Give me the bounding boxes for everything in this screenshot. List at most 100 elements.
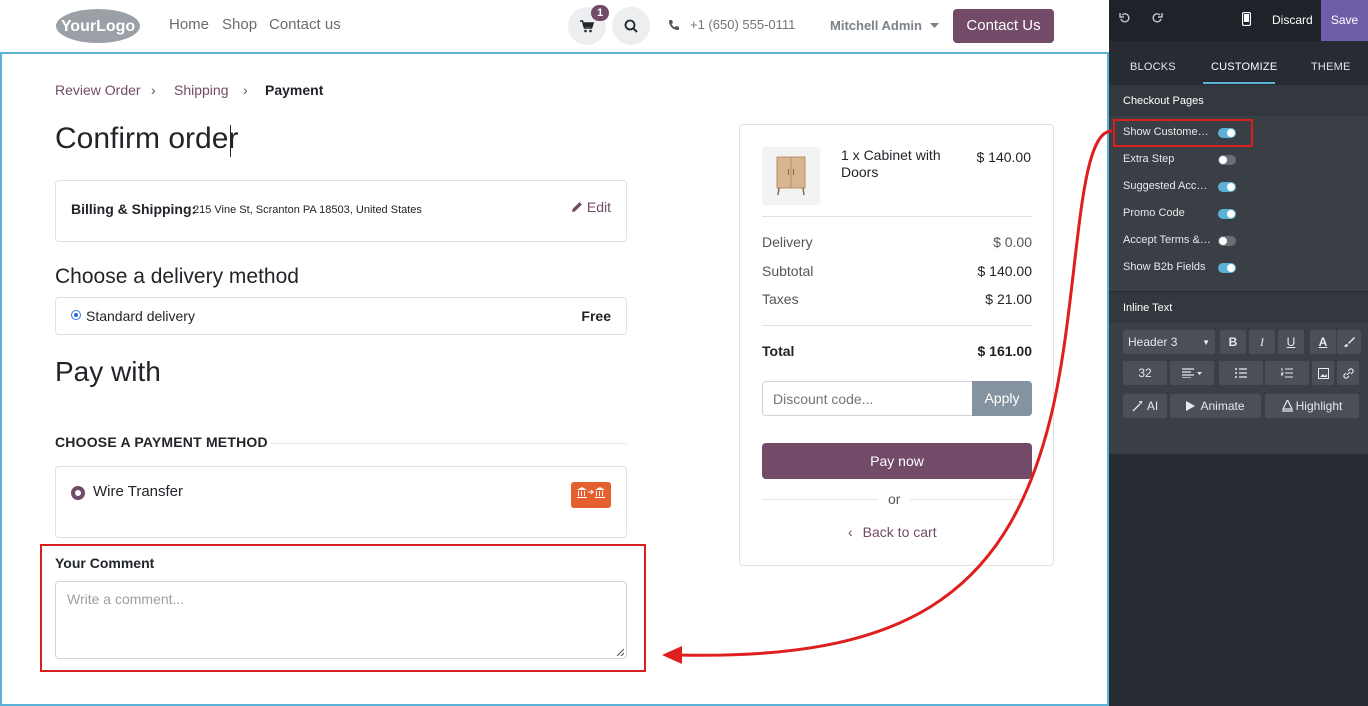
nav-home[interactable]: Home [169,16,209,33]
tab-blocks[interactable]: BLOCKS [1130,61,1176,73]
user-name: Mitchell Admin [830,18,922,33]
magic-wand-icon [1132,400,1143,411]
nav-contact-us[interactable]: Contact us [269,16,341,33]
bullet-list-icon [1235,368,1247,378]
brush-icon[interactable] [1337,330,1361,354]
toggle-accept-terms[interactable] [1218,236,1236,246]
highlight-label: Highlight [1295,399,1343,413]
play-icon [1186,401,1196,411]
payment-method-heading: CHOOSE A PAYMENT METHOD [55,434,268,450]
bold-button[interactable]: B [1220,330,1246,354]
active-tab-indicator [1203,82,1275,84]
divider [762,325,1032,326]
payment-option-wire[interactable]: Wire Transfer [55,466,627,538]
divider [270,443,627,444]
animate-button[interactable]: Animate [1170,394,1261,418]
tab-customize[interactable]: CUSTOMIZE [1211,61,1277,73]
option-label: Show B2b Fields [1123,261,1206,273]
tab-theme[interactable]: THEME [1311,61,1351,73]
toggle-suggested-accessories[interactable] [1218,182,1236,192]
editor-toolbar: Discard Save [1109,0,1368,41]
comment-label: Your Comment [55,555,155,571]
discount-group: Apply [762,381,1032,416]
editor-panel: Discard Save BLOCKS CUSTOMIZE THEME Chec… [1109,0,1368,706]
align-button[interactable] [1170,361,1214,385]
payment-radio[interactable] [71,486,85,500]
user-menu[interactable]: Mitchell Admin [830,18,939,33]
edit-label: Edit [586,199,611,215]
numbered-list-button[interactable] [1265,361,1309,385]
or-text: or [888,491,901,507]
comment-placeholder: Write a comment... [67,591,185,607]
undo-icon[interactable] [1119,12,1131,27]
back-to-cart-label: Back to cart [862,524,937,540]
product-name[interactable]: 1 x Cabinet with Doors [841,147,961,181]
payment-method-name: Wire Transfer [93,483,184,500]
back-to-cart-link[interactable]: ‹ Back to cart [848,524,937,540]
taxes-label: Taxes [762,291,799,307]
pay-now-button[interactable]: Pay now [762,443,1032,479]
delivery-radio[interactable] [71,310,81,320]
mobile-preview-icon[interactable] [1241,11,1252,29]
panel-empty-space [1109,454,1368,706]
image-button[interactable] [1312,361,1334,385]
text-cursor [230,125,231,157]
edit-address-link[interactable]: Edit [571,199,611,215]
search-icon [624,19,638,33]
search-button[interactable] [612,7,650,45]
image-icon [1317,367,1329,379]
pencil-icon [571,202,582,212]
subtotal-label: Subtotal [762,263,814,279]
toggle-extra-step[interactable] [1218,155,1236,165]
link-button[interactable] [1337,361,1359,385]
highlight-button[interactable]: Highlight [1265,394,1359,418]
apply-button[interactable]: Apply [972,381,1032,416]
bank-transfer-icon [571,482,611,508]
discard-button[interactable]: Discard [1272,13,1313,27]
website-page: YourLogo Home Shop Contact us 1 +1 (650)… [0,0,1109,706]
product-thumbnail[interactable] [762,147,820,205]
toggle-promo-code[interactable] [1218,209,1236,219]
save-button[interactable]: Save [1321,0,1368,41]
page-title[interactable]: Confirm order [55,122,238,156]
contact-us-button[interactable]: Contact Us [953,9,1054,43]
italic-button[interactable]: I [1249,330,1275,354]
delivery-option[interactable]: Standard delivery Free [55,297,627,335]
text-color-button[interactable]: A [1310,330,1336,354]
chevron-right-icon: › [243,82,248,98]
resize-handle-icon[interactable] [616,648,624,656]
total-row: Total $ 161.00 [762,343,1032,359]
subtotal-value: $ 140.00 [977,263,1033,279]
underline-button[interactable]: U [1278,330,1304,354]
delivery-name: Standard delivery [86,308,195,324]
option-label: Promo Code [1123,207,1185,219]
billing-card: Billing & Shipping: 215 Vine St, Scranto… [55,180,627,242]
ai-button[interactable]: AI [1123,394,1167,418]
font-size-input[interactable]: 32 [1123,361,1167,385]
option-label: Suggested Acce... [1123,180,1211,192]
divider [762,216,1032,217]
chevron-left-icon: ‹ [848,524,853,540]
toggle-b2b-fields[interactable] [1218,263,1236,273]
delivery-heading: Choose a delivery method [55,265,299,288]
heading-select[interactable]: Header 3 ▼ [1123,330,1215,354]
redo-icon[interactable] [1151,12,1163,27]
total-label: Total [762,343,795,359]
comment-textarea[interactable]: Write a comment... [55,581,627,659]
logo[interactable]: YourLogo [55,8,141,44]
delivery-row: Delivery $ 0.00 [762,234,1032,250]
breadcrumb-shipping[interactable]: Shipping [174,82,229,98]
nav-shop[interactable]: Shop [222,16,257,33]
breadcrumb-review-order[interactable]: Review Order [55,82,141,98]
chevron-down-icon [929,23,939,28]
heading-select-value: Header 3 [1128,335,1178,349]
bullet-list-button[interactable] [1219,361,1263,385]
phone-link[interactable]: +1 (650) 555-0111 [668,17,795,32]
total-value: $ 161.00 [977,343,1033,359]
caret-down-icon: ▼ [1202,337,1210,347]
ai-label: AI [1146,399,1159,413]
cart-count-badge: 1 [591,5,609,21]
breadcrumb-payment: Payment [265,82,324,98]
subtotal-row: Subtotal $ 140.00 [762,263,1032,279]
discount-input[interactable] [763,382,973,415]
